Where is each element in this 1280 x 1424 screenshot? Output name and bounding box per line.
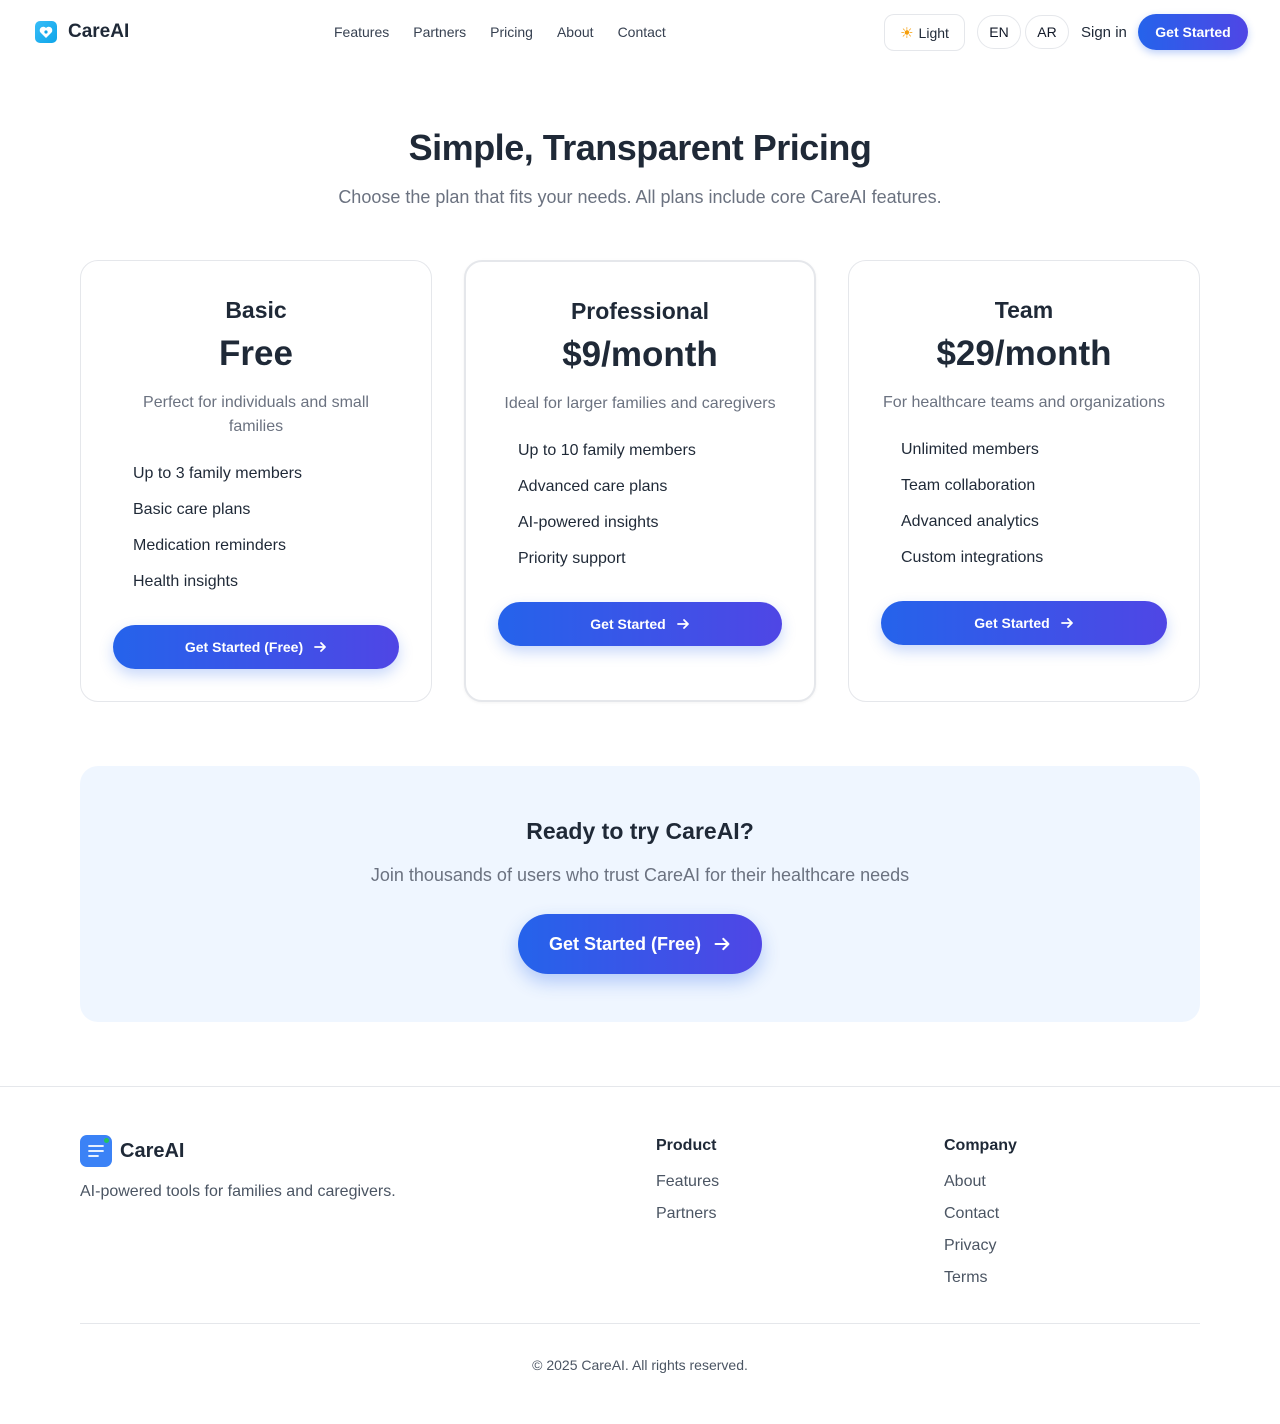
brand[interactable]: CareAI [35,21,129,43]
plan-card-professional: Professional $9/month Ideal for larger f… [464,260,816,702]
sun-icon: ☀ [900,24,914,42]
cta-section: Ready to try CareAI? Join thousands of u… [80,766,1200,1022]
page-subtitle: Choose the plan that fits your needs. Al… [338,187,942,207]
arrow-right-icon [313,640,327,654]
sign-in-link[interactable]: Sign in [1081,24,1127,41]
footer-link-terms[interactable]: Terms [944,1269,1017,1301]
cta-subtitle: Join thousands of users who trust CareAI… [370,865,910,885]
theme-toggle-button[interactable]: ☀ Light [884,14,965,51]
plan-description: Ideal for larger families and caregivers [504,395,776,412]
plan-features: Unlimited members Team collaboration Adv… [901,438,1043,582]
arrow-right-icon [713,935,731,953]
language-en-button[interactable]: EN [977,15,1021,49]
plan-description: Perfect for individuals and small famili… [143,394,369,435]
plan-feature: Advanced analytics [901,513,1039,530]
cta-title: Ready to try CareAI? [526,818,754,844]
footer-link-partners[interactable]: Partners [656,1205,719,1237]
careai-logo-icon [35,21,57,43]
plan-card-basic: Basic Free Perfect for individuals and s… [80,260,432,702]
plan-feature: Health insights [133,573,238,590]
nav-link-partners[interactable]: Partners [413,24,466,40]
nav-link-pricing[interactable]: Pricing [490,24,533,40]
language-ar-button[interactable]: AR [1025,15,1069,49]
button-label: Get Started [974,615,1050,631]
copyright: © 2025 CareAI. All rights reserved. [532,1357,748,1373]
nav-links: Features Partners Pricing About Contact [334,24,666,40]
careai-logo-icon [80,1135,112,1167]
plan-feature: AI-powered insights [518,514,659,531]
footer-column-title: Company [944,1137,1017,1154]
cta-get-started-button[interactable]: Get Started (Free) [518,914,762,974]
button-label: Get Started (Free) [184,639,304,655]
plan-description: For healthcare teams and organizations [883,394,1165,411]
plan-name: Basic [225,297,287,323]
top-nav: CareAI Features Partners Pricing About C… [0,0,1280,64]
plan-card-team: Team $29/month For healthcare teams and … [848,260,1200,702]
footer-link-contact[interactable]: Contact [944,1205,1017,1237]
plan-price: Free [219,334,293,373]
nav-link-features[interactable]: Features [334,24,389,40]
plan-feature: Up to 3 family members [133,465,302,482]
footer-column-title: Product [656,1137,717,1154]
button-label: Get Started [590,616,666,632]
footer-brand-name: CareAI [120,1139,185,1162]
plan-feature: Unlimited members [901,441,1039,458]
footer-product-column: Product Features Partners [656,1137,719,1237]
footer-top-divider [0,1086,1280,1087]
plan-features: Up to 10 family members Advanced care pl… [518,439,696,583]
footer-divider [80,1323,1200,1324]
nav-get-started-button[interactable]: Get Started [1138,14,1248,50]
theme-label: Light [918,24,949,41]
footer-link-privacy[interactable]: Privacy [944,1237,1017,1269]
footer-link-about[interactable]: About [944,1173,1017,1205]
plan-feature: Medication reminders [133,537,286,554]
arrow-right-icon [676,617,690,631]
footer-tagline: AI-powered tools for families and caregi… [80,1183,396,1200]
page-title: Simple, Transparent Pricing [408,127,872,168]
plan-feature: Basic care plans [133,501,251,518]
plan-feature: Advanced care plans [518,478,668,495]
plan-price: $9/month [562,335,718,374]
plan-name: Professional [570,298,710,324]
footer-brand[interactable]: CareAI [80,1135,184,1167]
button-label: Get Started (Free) [548,933,702,954]
plan-name: Team [994,297,1054,323]
footer-company-column: Company About Contact Privacy Terms [944,1137,1017,1301]
footer-link-features[interactable]: Features [656,1173,719,1205]
nav-link-contact[interactable]: Contact [618,24,666,40]
plan-feature: Up to 10 family members [518,442,696,459]
team-get-started-button[interactable]: Get Started [881,601,1167,645]
brand-name: CareAI [68,21,130,42]
plan-feature: Team collaboration [901,477,1036,494]
nav-link-about[interactable]: About [557,24,594,40]
professional-get-started-button[interactable]: Get Started [498,602,782,646]
basic-get-started-button[interactable]: Get Started (Free) [113,625,399,669]
plan-features: Up to 3 family members Basic care plans … [133,462,302,606]
plan-feature: Priority support [518,550,626,567]
arrow-right-icon [1060,616,1074,630]
plan-feature: Custom integrations [901,549,1044,566]
plan-price: $29/month [936,334,1112,373]
